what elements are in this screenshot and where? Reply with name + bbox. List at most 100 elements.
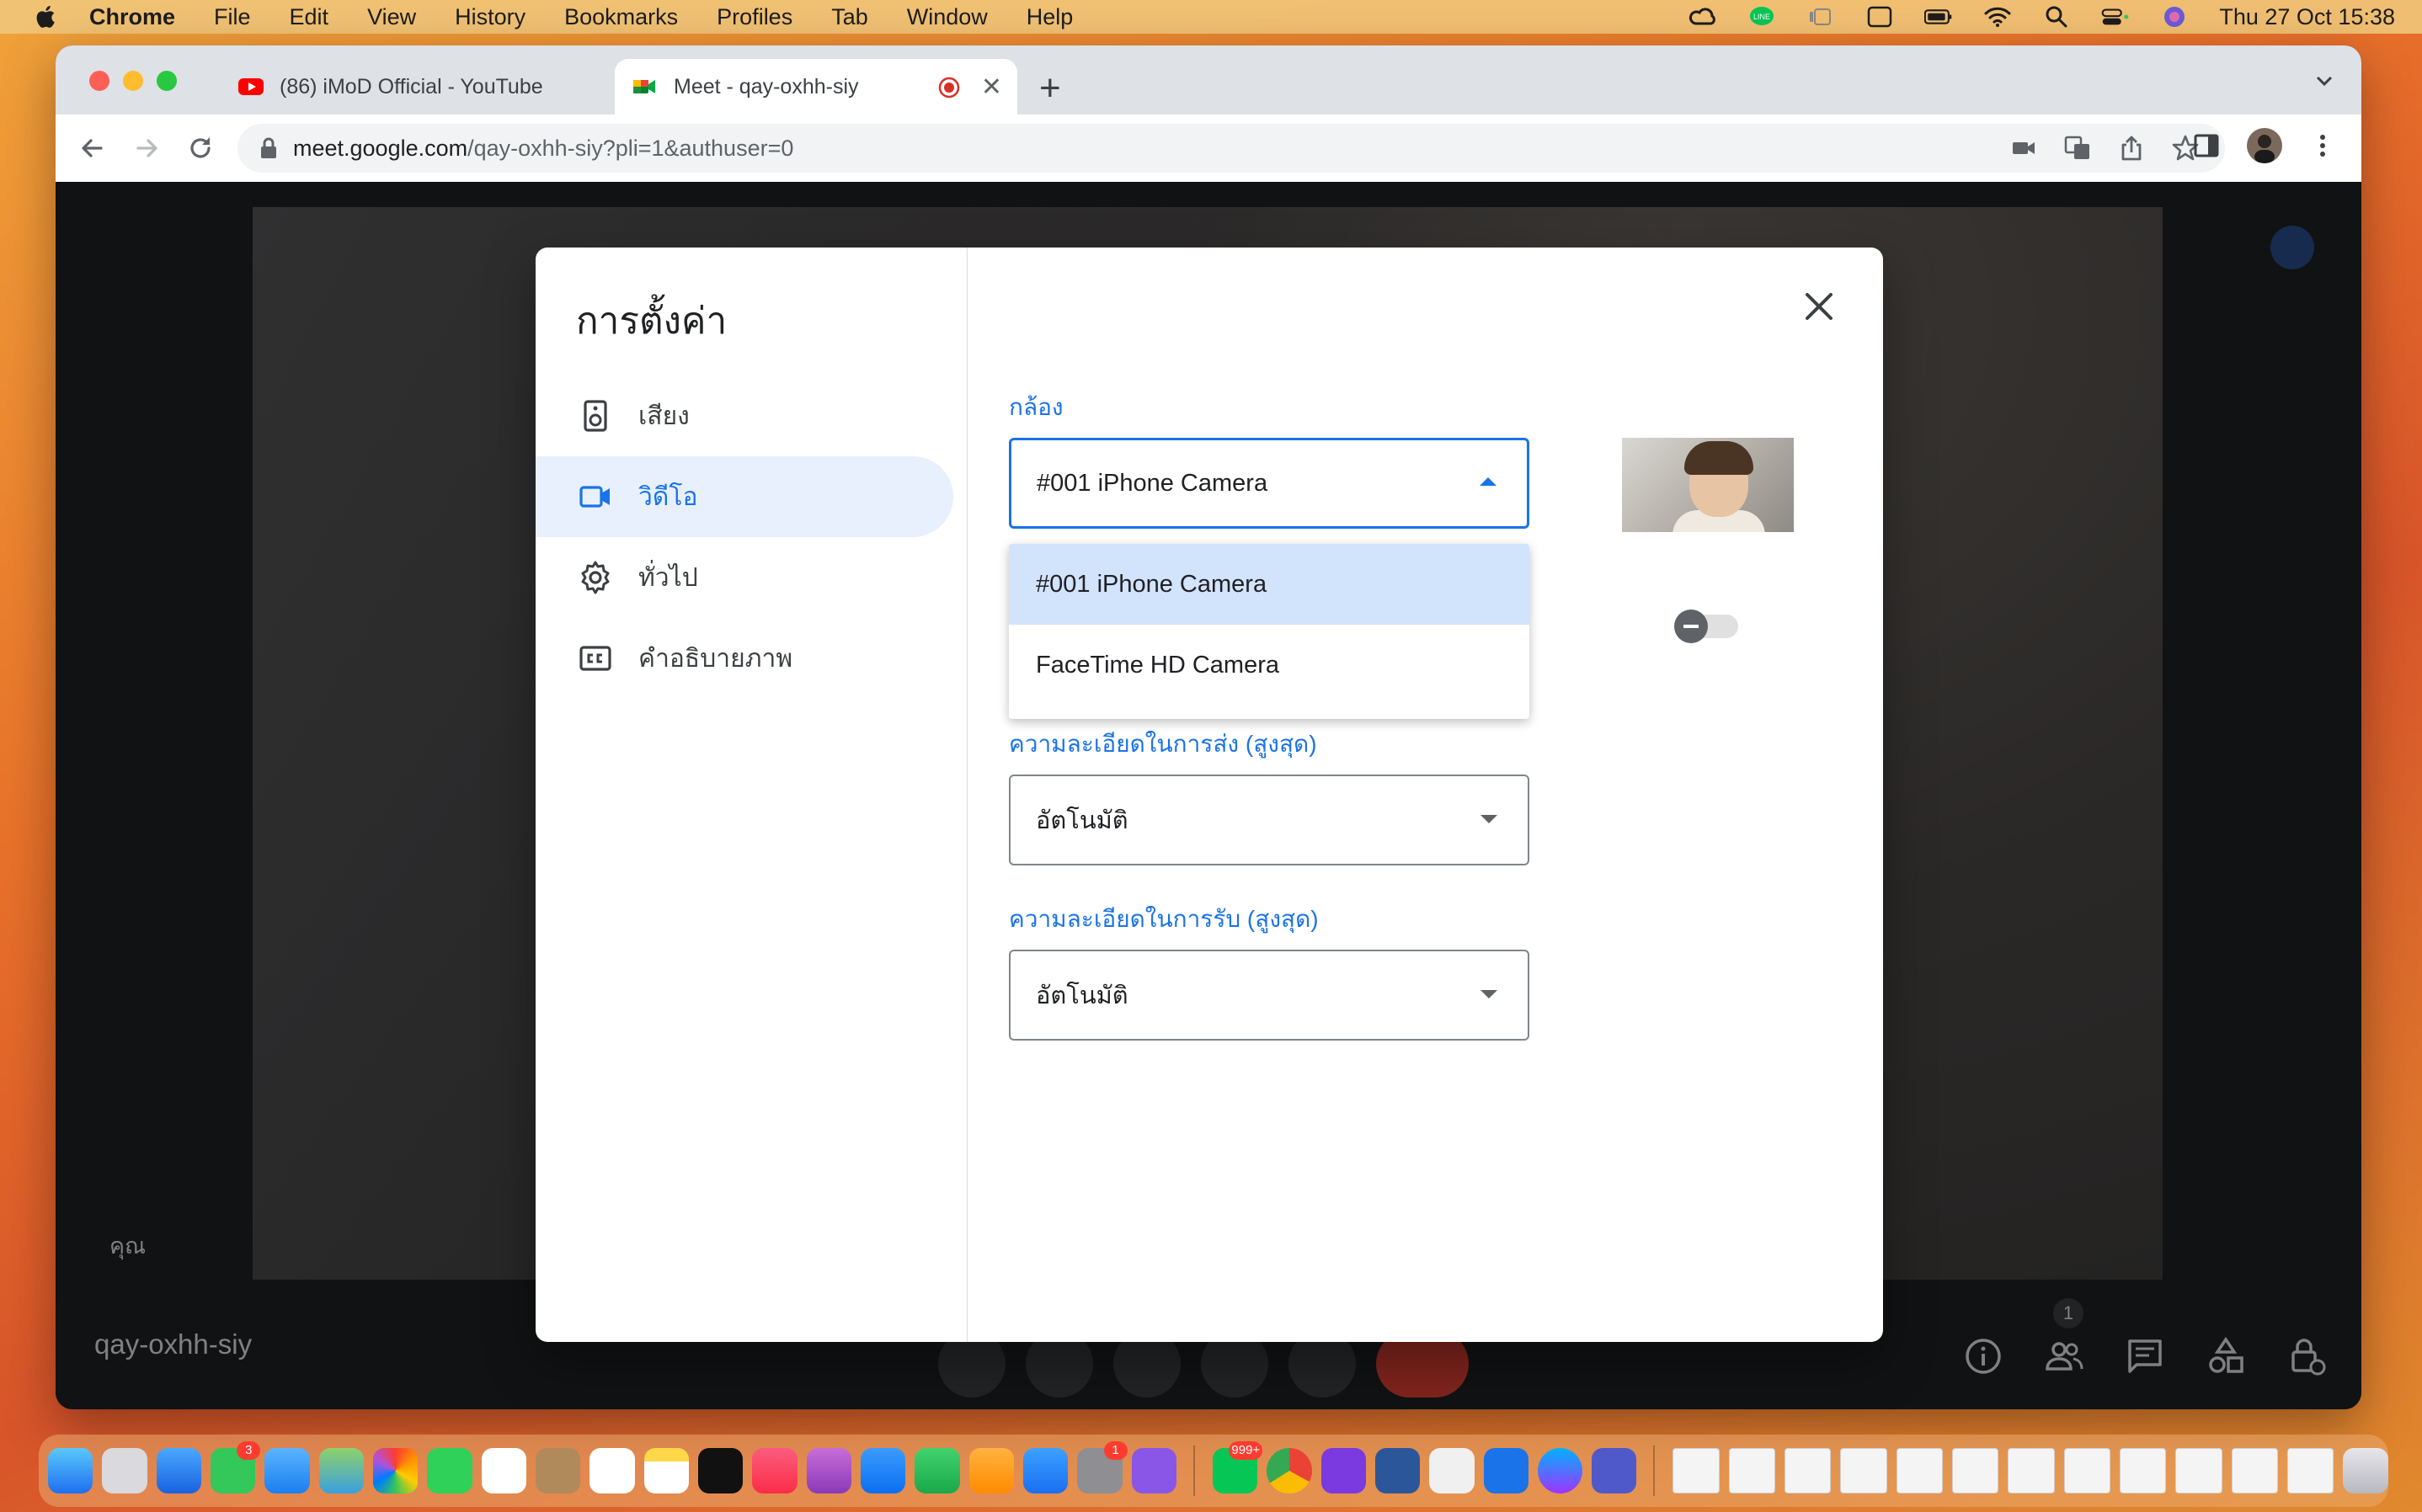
window-zoom-button[interactable] bbox=[157, 71, 177, 91]
minimized-window-thumbnail[interactable] bbox=[1672, 1448, 1720, 1493]
back-arrow-icon[interactable] bbox=[77, 133, 108, 163]
messenger-icon[interactable] bbox=[1537, 1448, 1583, 1493]
send-resolution-select[interactable]: อัตโนมัติ bbox=[1009, 775, 1529, 865]
minimized-window-thumbnail[interactable] bbox=[2175, 1448, 2222, 1493]
settings-nav-video[interactable]: วิดีโอ bbox=[536, 456, 953, 537]
battery-icon[interactable] bbox=[1924, 6, 1953, 28]
line-app-icon[interactable]: 999+ bbox=[1212, 1441, 1263, 1493]
control-center-icon[interactable] bbox=[2101, 6, 2130, 28]
chrome-icon[interactable] bbox=[1267, 1448, 1312, 1493]
lock-icon[interactable] bbox=[259, 137, 278, 159]
creative-cloud-icon[interactable] bbox=[1688, 6, 1717, 28]
maps-icon[interactable] bbox=[318, 1448, 364, 1493]
camera-select[interactable]: #001 iPhone Camera bbox=[1009, 438, 1529, 529]
minimized-window-thumbnail[interactable] bbox=[2063, 1448, 2111, 1493]
status-letter-icon[interactable] bbox=[1865, 6, 1894, 28]
apple-menu-icon[interactable] bbox=[32, 3, 61, 31]
facetime-icon[interactable] bbox=[427, 1448, 472, 1493]
menu-clock[interactable]: Thu 27 Oct 15:38 bbox=[2219, 4, 2395, 30]
trash-icon[interactable] bbox=[2343, 1448, 2388, 1493]
minimized-window-thumbnail[interactable] bbox=[2120, 1448, 2167, 1493]
profile-avatar[interactable] bbox=[2247, 128, 2282, 163]
tab-search-chevron-icon[interactable] bbox=[2313, 71, 2336, 91]
pages-icon[interactable] bbox=[968, 1448, 1014, 1493]
camera-in-use-icon[interactable] bbox=[2009, 134, 2038, 162]
dropdown-arrow-down-icon bbox=[1480, 815, 1497, 823]
teams-icon[interactable] bbox=[1592, 1448, 1637, 1493]
photos-icon[interactable] bbox=[372, 1448, 419, 1493]
menu-tab[interactable]: Tab bbox=[831, 4, 868, 30]
affinity-icon[interactable] bbox=[1320, 1448, 1366, 1493]
camera-option-iphone[interactable]: #001 iPhone Camera bbox=[1009, 544, 1529, 625]
music-icon[interactable] bbox=[752, 1448, 798, 1493]
tab-close-icon[interactable]: ✕ bbox=[981, 72, 1002, 102]
minimized-window-thumbnail[interactable] bbox=[2287, 1448, 2334, 1493]
menu-app-name[interactable]: Chrome bbox=[89, 4, 175, 30]
dropdown-arrow-down-icon bbox=[1480, 990, 1497, 998]
feedback-assistant-icon[interactable] bbox=[1131, 1448, 1176, 1493]
calendar-icon[interactable] bbox=[481, 1448, 526, 1493]
camera-select-value: #001 iPhone Camera bbox=[1037, 469, 1268, 497]
receive-resolution-value: อัตโนมัติ bbox=[1036, 982, 1128, 1009]
apple-tv-icon[interactable] bbox=[697, 1448, 744, 1493]
wifi-icon[interactable] bbox=[1983, 6, 2012, 28]
mail-icon[interactable] bbox=[264, 1448, 310, 1493]
chrome-menu-kebab-icon[interactable] bbox=[2307, 130, 2338, 161]
minimized-window-thumbnail[interactable] bbox=[2231, 1448, 2279, 1493]
notes-icon[interactable] bbox=[643, 1448, 689, 1493]
finder-icon[interactable] bbox=[48, 1448, 93, 1493]
menu-edit[interactable]: Edit bbox=[290, 4, 329, 30]
menu-profiles[interactable]: Profiles bbox=[717, 4, 792, 30]
minimized-window-thumbnail[interactable] bbox=[1728, 1448, 1776, 1493]
settings-nav-audio[interactable]: เสียง bbox=[536, 375, 953, 456]
podcasts-icon[interactable] bbox=[806, 1448, 851, 1493]
menu-bookmarks[interactable]: Bookmarks bbox=[564, 4, 678, 30]
messages-badge: 3 bbox=[237, 1441, 261, 1460]
dropdown-arrow-up-icon bbox=[1480, 477, 1496, 486]
reminders-icon[interactable] bbox=[589, 1448, 635, 1493]
send-resolution-value: อัตโนมัติ bbox=[1036, 807, 1128, 834]
new-tab-plus-icon[interactable]: + bbox=[1039, 67, 1061, 109]
app-store-icon[interactable] bbox=[1022, 1448, 1069, 1493]
stage-manager-icon[interactable] bbox=[1806, 6, 1835, 28]
forward-arrow-icon[interactable] bbox=[131, 133, 162, 163]
launchpad-icon[interactable] bbox=[102, 1448, 147, 1493]
tab-meet[interactable]: Meet - qay-oxhh-siy ✕ bbox=[615, 59, 1017, 114]
translate-icon[interactable] bbox=[2063, 134, 2092, 162]
tab-youtube[interactable]: (86) iMoD Official - YouTube ✕ bbox=[221, 59, 659, 114]
numbers-icon[interactable] bbox=[915, 1448, 960, 1493]
system-settings-icon[interactable]: 1 bbox=[1077, 1441, 1128, 1493]
textedit-icon[interactable] bbox=[1429, 1448, 1475, 1493]
word-icon[interactable] bbox=[1374, 1448, 1421, 1493]
menu-help[interactable]: Help bbox=[1027, 4, 1074, 30]
window-minimize-button[interactable] bbox=[123, 71, 143, 91]
camera-option-facetime[interactable]: FaceTime HD Camera bbox=[1009, 625, 1529, 705]
address-bar[interactable]: meet.google.com/qay-oxhh-siy?pli=1&authu… bbox=[237, 124, 2225, 173]
reload-icon[interactable] bbox=[185, 133, 216, 163]
menu-view[interactable]: View bbox=[367, 4, 416, 30]
settings-nav-captions[interactable]: คำอธิบายภาพ bbox=[536, 618, 953, 699]
keynote-icon[interactable] bbox=[860, 1448, 906, 1493]
receive-resolution-select[interactable]: อัตโนมัติ bbox=[1009, 950, 1529, 1041]
freeform-icon[interactable] bbox=[1483, 1448, 1528, 1493]
window-close-button[interactable] bbox=[89, 71, 109, 91]
settings-nav-general[interactable]: ทั่วไป bbox=[536, 537, 953, 618]
minimized-window-thumbnail[interactable] bbox=[2008, 1448, 2055, 1493]
minimized-window-thumbnail[interactable] bbox=[1784, 1448, 1832, 1493]
menu-file[interactable]: File bbox=[214, 4, 251, 30]
spotlight-search-icon[interactable] bbox=[2042, 6, 2071, 28]
siri-icon[interactable] bbox=[2160, 6, 2189, 28]
menu-history[interactable]: History bbox=[455, 4, 525, 30]
minimized-window-thumbnail[interactable] bbox=[1952, 1448, 1999, 1493]
close-dialog-icon[interactable] bbox=[1800, 288, 1838, 325]
messages-icon[interactable]: 3 bbox=[210, 1441, 261, 1493]
minimized-window-thumbnail[interactable] bbox=[1896, 1448, 1944, 1493]
safari-icon[interactable] bbox=[156, 1448, 201, 1493]
share-icon[interactable] bbox=[2117, 134, 2146, 162]
contacts-icon[interactable] bbox=[535, 1448, 581, 1493]
side-panel-icon[interactable] bbox=[2191, 130, 2222, 161]
menu-window[interactable]: Window bbox=[907, 4, 988, 30]
minimized-window-thumbnail[interactable] bbox=[1840, 1448, 1887, 1493]
video-toggle-switch[interactable] bbox=[1674, 610, 1738, 643]
line-icon[interactable]: LINE bbox=[1747, 6, 1776, 28]
